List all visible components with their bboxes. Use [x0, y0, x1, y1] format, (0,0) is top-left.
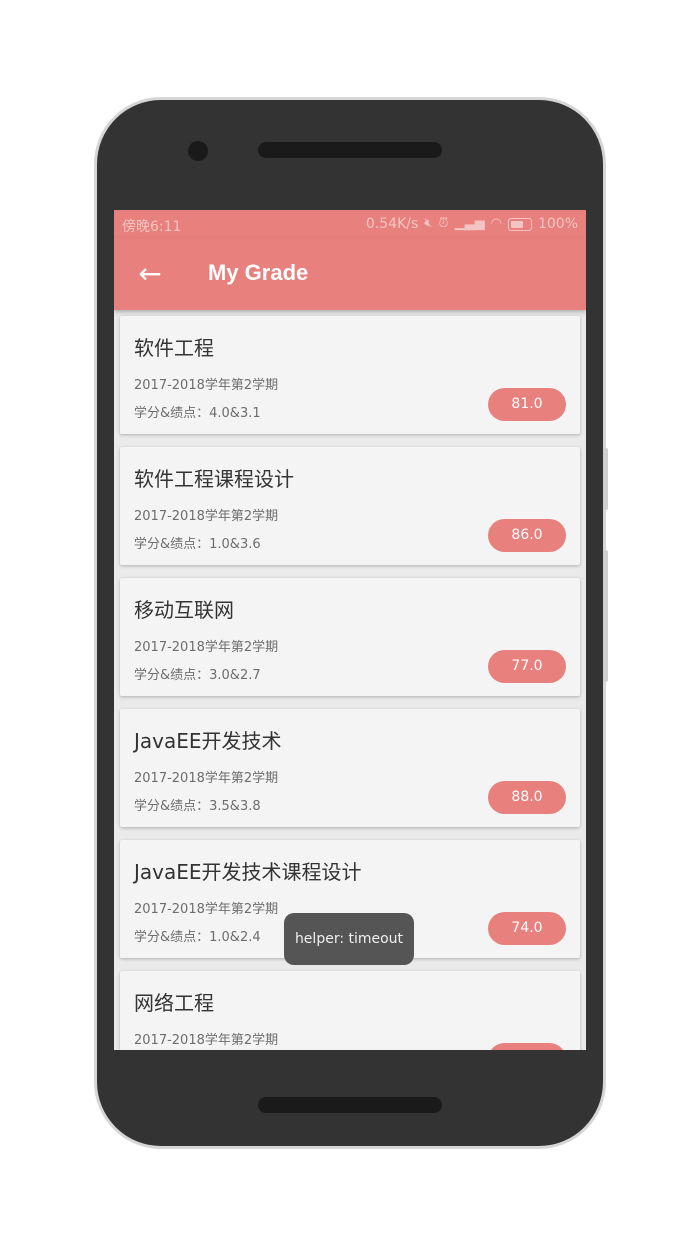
course-name: 软件工程课程设计 [134, 467, 294, 491]
course-term: 2017-2018学年第2学期 [134, 1033, 279, 1048]
score-badge [488, 1043, 566, 1050]
network-speed: 0.54K/s [365, 216, 419, 232]
score-badge: 86.0 [488, 519, 566, 552]
mute-icon: 🔇︎ [424, 216, 433, 231]
course-name: 移动互联网 [134, 598, 234, 622]
grade-card[interactable]: JavaEE开发技术 2017-2018学年第2学期 学分&绩点：3.5&3.8… [120, 709, 580, 827]
course-term: 2017-2018学年第2学期 [134, 771, 279, 786]
alarm-icon: ⏰︎ [438, 216, 449, 231]
page-title: My Grade [208, 260, 309, 285]
course-name: JavaEE开发技术 [134, 729, 282, 753]
score-badge: 81.0 [488, 388, 566, 421]
course-term: 2017-2018学年第2学期 [134, 640, 279, 655]
course-term: 2017-2018学年第2学期 [134, 378, 279, 393]
toast-message: helper: timeout [284, 913, 414, 965]
bottom-speaker [258, 1097, 442, 1113]
course-credit-gpa: 学分&绩点：1.0&2.4 [134, 930, 261, 945]
grade-card[interactable]: 软件工程课程设计 2017-2018学年第2学期 学分&绩点：1.0&3.6 8… [120, 447, 580, 565]
grade-card[interactable]: 移动互联网 2017-2018学年第2学期 学分&绩点：3.0&2.7 77.0 [120, 578, 580, 696]
course-name: JavaEE开发技术课程设计 [134, 860, 362, 884]
power-button [603, 448, 608, 510]
battery-percent: 100% [537, 216, 578, 232]
status-right: 0.54K/s 🔇︎ ⏰︎ ▁▃▅ ◠ 100% [366, 216, 578, 232]
course-credit-gpa: 学分&绩点：3.0&2.7 [134, 668, 261, 683]
score-badge: 77.0 [488, 650, 566, 683]
arrow-left-icon[interactable]: ← [134, 258, 166, 290]
course-credit-gpa: 学分&绩点：4.0&3.1 [134, 406, 261, 421]
course-credit-gpa: 学分&绩点：1.0&3.6 [134, 537, 261, 552]
course-name: 网络工程 [134, 991, 214, 1015]
volume-button [603, 550, 608, 682]
earpiece-speaker [258, 142, 442, 158]
course-credit-gpa: 学分&绩点：3.5&3.8 [134, 799, 261, 814]
course-term: 2017-2018学年第2学期 [134, 509, 279, 524]
score-badge: 74.0 [488, 912, 566, 945]
status-time: 傍晚6:11 [122, 219, 182, 235]
course-term: 2017-2018学年第2学期 [134, 902, 279, 917]
front-camera [188, 141, 208, 161]
grade-card[interactable]: 网络工程 2017-2018学年第2学期 [120, 971, 580, 1050]
course-name: 软件工程 [134, 336, 214, 360]
wifi-icon: ◠ [490, 216, 502, 231]
grade-card[interactable]: 软件工程 2017-2018学年第2学期 学分&绩点：4.0&3.1 81.0 [120, 316, 580, 434]
signal-icon: ▁▃▅ [454, 216, 485, 231]
app-bar: ← My Grade [114, 238, 586, 310]
status-bar: 傍晚6:11 0.54K/s 🔇︎ ⏰︎ ▁▃▅ ◠ 100% [114, 210, 586, 238]
battery-icon [507, 217, 532, 231]
score-badge: 88.0 [488, 781, 566, 814]
